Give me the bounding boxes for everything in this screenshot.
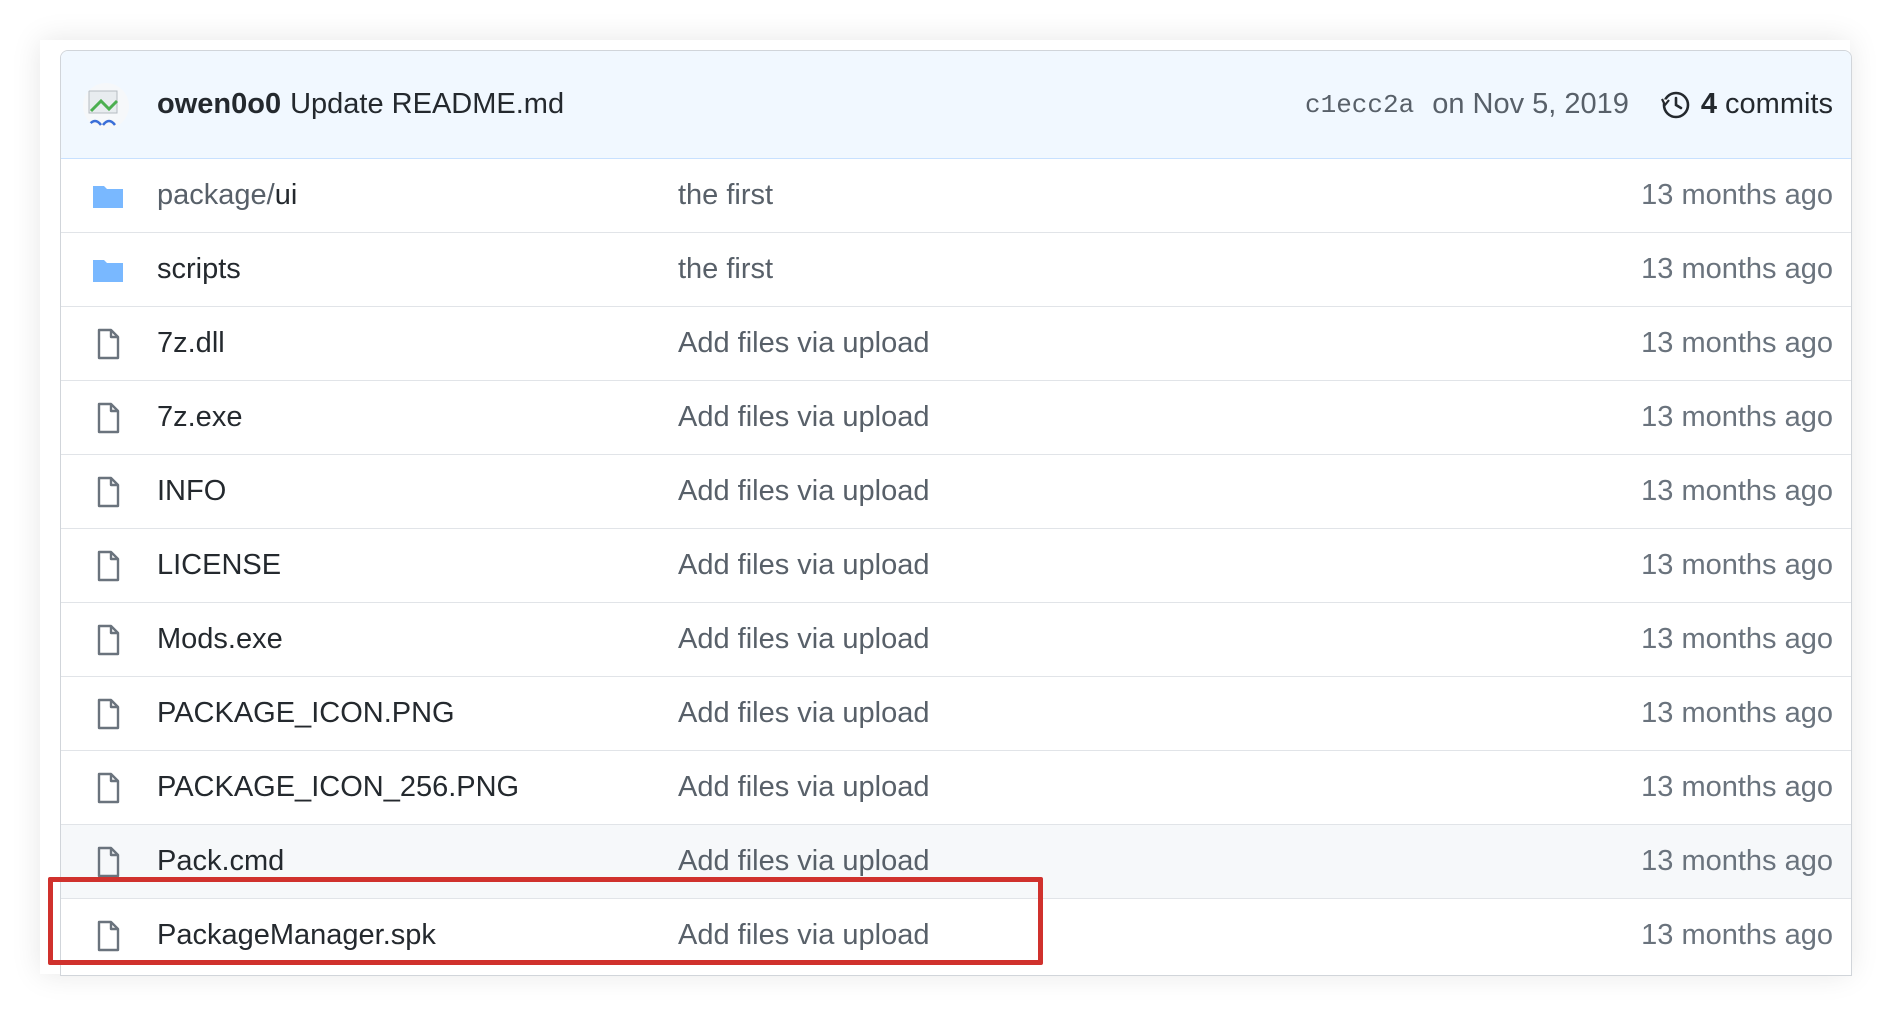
file-commit-message[interactable]: Add files via upload: [678, 327, 930, 360]
file-name[interactable]: ui: [275, 179, 298, 211]
commit-meta: c1ecc2a on Nov 5, 2019 4 commits: [1305, 51, 1833, 158]
file-name-link[interactable]: scripts: [157, 253, 241, 286]
file-name[interactable]: 7z.exe: [157, 401, 242, 433]
file-name-link[interactable]: Mods.exe: [157, 623, 283, 656]
file-icon: [91, 549, 125, 583]
file-name-link[interactable]: PACKAGE_ICON_256.PNG: [157, 771, 519, 804]
file-name-link[interactable]: 7z.exe: [157, 401, 242, 434]
file-commit-message[interactable]: Add files via upload: [678, 845, 930, 878]
history-icon[interactable]: [1659, 89, 1691, 121]
file-row[interactable]: LICENSE Add files via upload 13 months a…: [61, 528, 1851, 602]
folder-icon: [91, 179, 125, 213]
file-name[interactable]: PACKAGE_ICON.PNG: [157, 697, 455, 729]
file-name[interactable]: Mods.exe: [157, 623, 283, 655]
file-icon: [91, 845, 125, 879]
file-name[interactable]: Pack.cmd: [157, 845, 284, 877]
folder-icon: [91, 253, 125, 287]
commit-title: owen0o0 Update README.md: [157, 51, 564, 158]
file-age: 13 months ago: [1641, 845, 1833, 877]
file-name[interactable]: LICENSE: [157, 549, 281, 581]
file-age: 13 months ago: [1641, 771, 1833, 803]
file-name-link[interactable]: 7z.dll: [157, 327, 225, 360]
file-icon: [91, 697, 125, 731]
avatar[interactable]: [83, 83, 129, 129]
file-name-link[interactable]: package/ui: [157, 179, 297, 212]
file-name-link[interactable]: PACKAGE_ICON.PNG: [157, 697, 455, 730]
file-commit-message[interactable]: Add files via upload: [678, 623, 930, 656]
file-icon: [91, 401, 125, 435]
file-icon: [91, 327, 125, 361]
file-icon: [91, 475, 125, 509]
file-age: 13 months ago: [1641, 179, 1833, 211]
file-row[interactable]: PACKAGE_ICON_256.PNG Add files via uploa…: [61, 750, 1851, 824]
file-row[interactable]: scripts the first 13 months ago: [61, 232, 1851, 306]
file-name[interactable]: PACKAGE_ICON_256.PNG: [157, 771, 519, 803]
file-age: 13 months ago: [1641, 549, 1833, 581]
file-commit-message[interactable]: Add files via upload: [678, 697, 930, 730]
file-commit-message[interactable]: Add files via upload: [678, 475, 930, 508]
file-age: 13 months ago: [1641, 327, 1833, 359]
file-commit-message[interactable]: Add files via upload: [678, 401, 930, 434]
file-commit-message[interactable]: Add files via upload: [678, 771, 930, 804]
latest-commit-bar: owen0o0 Update README.md c1ecc2a on Nov …: [61, 51, 1851, 159]
commit-author[interactable]: owen0o0: [157, 88, 281, 121]
file-name[interactable]: scripts: [157, 253, 241, 285]
file-commit-message[interactable]: the first: [678, 179, 773, 212]
file-name[interactable]: INFO: [157, 475, 226, 507]
file-name-link[interactable]: INFO: [157, 475, 226, 508]
file-row[interactable]: PACKAGE_ICON.PNG Add files via upload 13…: [61, 676, 1851, 750]
commit-sha[interactable]: c1ecc2a: [1305, 90, 1414, 120]
file-commit-message[interactable]: Add files via upload: [678, 549, 930, 582]
file-browser: owen0o0 Update README.md c1ecc2a on Nov …: [60, 50, 1852, 976]
file-age: 13 months ago: [1641, 697, 1833, 729]
file-path-prefix[interactable]: package/: [157, 179, 275, 211]
file-list: package/ui the first 13 months ago scrip…: [61, 159, 1851, 972]
commit-message[interactable]: Update README.md: [290, 88, 564, 121]
file-icon: [91, 771, 125, 805]
file-name-link[interactable]: Pack.cmd: [157, 845, 284, 878]
commit-date: on Nov 5, 2019: [1432, 88, 1629, 120]
file-age: 13 months ago: [1641, 919, 1833, 951]
highlight-box: [48, 877, 1043, 965]
file-row[interactable]: 7z.exe Add files via upload 13 months ag…: [61, 380, 1851, 454]
file-row[interactable]: package/ui the first 13 months ago: [61, 159, 1851, 232]
file-name[interactable]: 7z.dll: [157, 327, 225, 359]
file-commit-message[interactable]: the first: [678, 253, 773, 286]
file-row[interactable]: Mods.exe Add files via upload 13 months …: [61, 602, 1851, 676]
file-age: 13 months ago: [1641, 623, 1833, 655]
file-age: 13 months ago: [1641, 253, 1833, 285]
file-name-link[interactable]: LICENSE: [157, 549, 281, 582]
file-age: 13 months ago: [1641, 401, 1833, 433]
file-age: 13 months ago: [1641, 475, 1833, 507]
commit-count-label[interactable]: commits: [1725, 88, 1833, 121]
file-row[interactable]: INFO Add files via upload 13 months ago: [61, 454, 1851, 528]
file-row[interactable]: 7z.dll Add files via upload 13 months ag…: [61, 306, 1851, 380]
file-icon: [91, 623, 125, 657]
commit-count[interactable]: 4: [1701, 88, 1717, 121]
